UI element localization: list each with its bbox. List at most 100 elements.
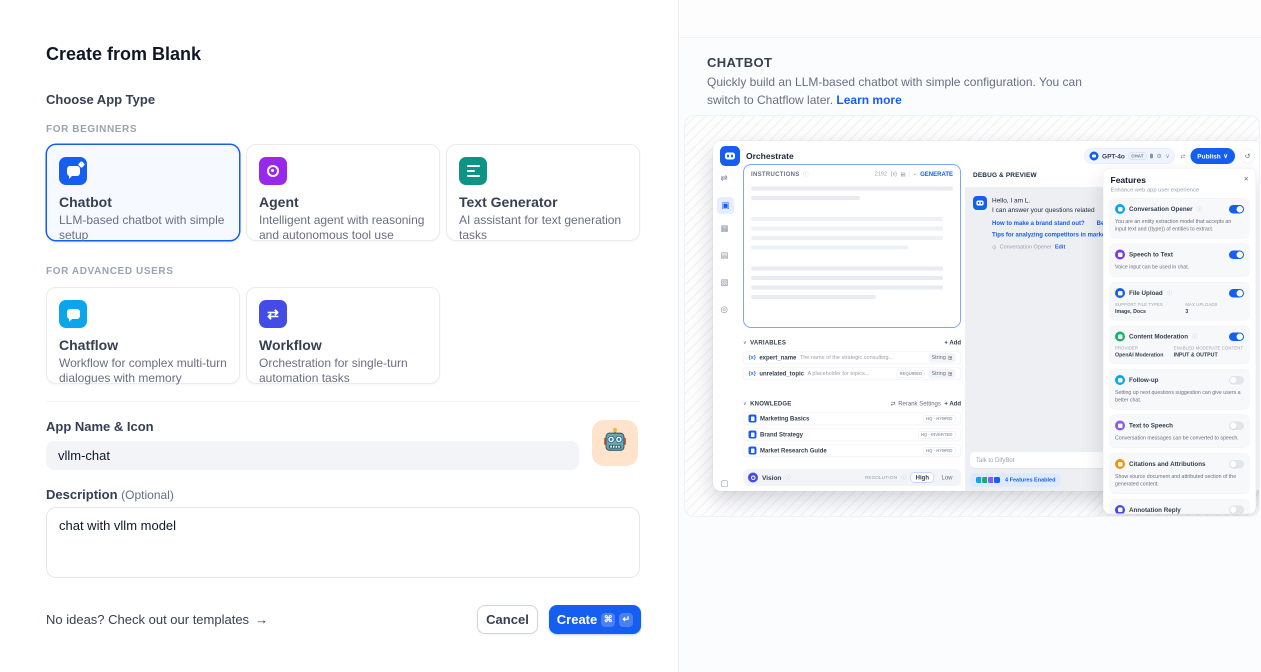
annotation-reply-toggle[interactable] [1229, 506, 1244, 515]
card-text-generator-desc: AI assistant for text generation tasks [459, 213, 627, 243]
follow-up-icon [1115, 375, 1125, 385]
type-settings-icon: ⊞ [948, 354, 953, 361]
resolution-high-option[interactable]: High [911, 473, 934, 483]
variable-row[interactable]: {x} expert_name The name of the strategi… [743, 351, 961, 364]
create-form-panel: Create from Blank Choose App Type FOR BE… [0, 0, 678, 672]
app-name-label: App Name & Icon [46, 419, 154, 434]
learn-more-link[interactable]: Learn more [836, 93, 901, 107]
variable-type-chip: String ⊞ [929, 353, 956, 363]
citations-icon [1115, 459, 1125, 469]
sidebar-globe-icon[interactable]: ◎ [721, 305, 728, 314]
text-generator-icon [459, 157, 487, 185]
chat-mode-tag: CHAT [1128, 153, 1146, 160]
text-to-speech-toggle[interactable] [1229, 421, 1244, 430]
variable-insert-icon[interactable]: {x} [891, 171, 897, 177]
templates-link[interactable]: No ideas? Check out our templates → [46, 612, 268, 627]
advanced-cards-row: Chatflow Workflow for complex multi-turn… [46, 287, 440, 384]
suggestion-link[interactable]: How to make a brand stand out? Bes [992, 219, 1108, 226]
card-workflow-desc: Orchestration for single-turn automation… [259, 356, 427, 386]
suggestion-link[interactable]: Tips for analyzing competitors in market [992, 231, 1108, 238]
knowledge-row[interactable]: Brand Strategy HQ · INVERTED [743, 428, 961, 441]
feature-dots [975, 476, 1001, 484]
file-upload-toggle[interactable] [1229, 289, 1244, 298]
card-chatbot-title: Chatbot [59, 194, 227, 210]
cancel-button[interactable]: Cancel [477, 605, 538, 634]
feature-text-to-speech: Text to Speech Conversation messages can… [1110, 415, 1250, 448]
sidebar-note-icon[interactable]: ▧ [721, 278, 729, 287]
knowledge-row[interactable]: Marketing Basics HQ · HYBRID [743, 412, 961, 425]
variable-type-chip: String ⊞ [929, 369, 956, 379]
conversation-opener-toggle[interactable] [1229, 205, 1244, 214]
beginner-cards-row: Chatbot LLM-based chatbot with simple se… [46, 144, 640, 241]
model-selector[interactable]: GPT-4o CHAT ⚙ ∨ [1084, 148, 1175, 164]
sidebar-prompt-icon[interactable]: ▣ [717, 197, 734, 214]
preview-description: Quickly build an LLM-based chatbot with … [707, 73, 1103, 109]
knowledge-row[interactable]: Market Research Guide HQ · HYBRID [743, 444, 961, 457]
content-moderation-icon [1115, 332, 1125, 342]
arrow-right-icon: → [255, 612, 268, 627]
sidebar-box-icon[interactable]: ▢ [721, 479, 729, 488]
variable-row[interactable]: {x} unrelated_topic A placeholder for to… [743, 367, 961, 380]
model-provider-icon [1090, 152, 1099, 161]
variable-token-icon: {x} [749, 355, 756, 361]
bot-avatar [973, 196, 987, 210]
follow-up-toggle[interactable] [1229, 376, 1244, 385]
features-subtitle: Enhance web app user experience [1111, 187, 1249, 193]
add-knowledge-button[interactable]: + Add [944, 400, 961, 407]
feature-file-upload: File Upload ⓘ SUPPORT FILE TYPES Image, … [1110, 282, 1250, 321]
features-enabled-bar[interactable]: 4 Features Enabled [970, 473, 1060, 487]
chevron-down-icon[interactable]: ∨ [743, 401, 747, 407]
variables-section: ∨ VARIABLES + Add {x} expert_name The na… [743, 337, 961, 380]
resolution-low-option[interactable]: Low [938, 473, 956, 482]
preview-header-actions: GPT-4o CHAT ⚙ ∨ ⇄ Publish ∨ ↺ [1084, 148, 1255, 164]
feature-follow-up: Follow-up Setting up next questions sugg… [1110, 369, 1250, 410]
feature-conversation-opener: Conversation Opener ⓘ You are an entity … [1110, 198, 1250, 239]
create-button[interactable]: Create ⌘ ↵ [549, 605, 641, 634]
for-advanced-users-label: FOR ADVANCED USERS [46, 266, 173, 277]
card-agent[interactable]: Agent Intelligent agent with reasoning a… [246, 144, 440, 241]
app-name-input[interactable] [46, 441, 579, 470]
sparkle-icon: ⋆ [913, 171, 916, 178]
content-moderation-toggle[interactable] [1229, 332, 1244, 341]
publish-button[interactable]: Publish ∨ [1190, 148, 1235, 164]
compare-icon[interactable]: ⇄ [1180, 153, 1185, 160]
prompt-skeleton [744, 178, 960, 308]
orchestrate-title: Orchestrate [746, 152, 794, 162]
conversation-opener-meta: ⊙ Conversation Opener Edit [992, 244, 1108, 251]
sidebar-swap-icon[interactable]: ⇄ [721, 174, 728, 183]
generate-button[interactable]: GENERATE [920, 171, 953, 178]
sidebar-image-icon[interactable]: ▦ [721, 224, 729, 233]
feature-citations: Citations and Attributions Show source d… [1110, 453, 1250, 494]
card-workflow[interactable]: ⇄ Workflow Orchestration for single-turn… [246, 287, 440, 384]
card-chatflow[interactable]: Chatflow Workflow for complex multi-turn… [46, 287, 240, 384]
mic-icon [1150, 154, 1153, 159]
cmd-key-icon: ⌘ [601, 613, 615, 627]
variables-label: VARIABLES [750, 339, 786, 346]
add-variable-button[interactable]: + Add [944, 339, 961, 346]
close-icon[interactable]: ✕ [1244, 175, 1249, 183]
app-icon-picker[interactable] [592, 420, 638, 466]
text-to-speech-icon [1115, 421, 1125, 431]
edit-opener-link[interactable]: Edit [1055, 244, 1065, 250]
knowledge-section: ∨ KNOWLEDGE ⇄ Rerank Settings + Add Mark [743, 398, 961, 457]
app-type-preview-panel: CHATBOT Quickly build an LLM-based chatb… [678, 0, 1261, 672]
opener-icon: ⊙ [992, 244, 997, 251]
card-chatflow-title: Chatflow [59, 337, 227, 353]
dataset-icon [749, 415, 757, 423]
knowledge-label: KNOWLEDGE [750, 400, 791, 407]
copy-icon[interactable]: ▤ [900, 171, 905, 178]
speech-to-text-toggle[interactable] [1229, 250, 1244, 259]
chevron-down-icon[interactable]: ∨ [743, 340, 747, 346]
sidebar-doc-icon[interactable]: ▤ [721, 251, 729, 260]
instructions-panel: INSTRUCTIONS ⓘ 2192 {x} ▤ ⋆ GENERATE [743, 164, 961, 328]
rerank-settings-button[interactable]: ⇄ Rerank Settings [891, 400, 941, 407]
card-workflow-title: Workflow [259, 337, 427, 353]
features-panel: Features Enhance web app user experience… [1103, 168, 1256, 514]
citations-toggle[interactable] [1229, 460, 1244, 469]
description-textarea[interactable] [46, 507, 640, 578]
rerank-icon: ⇄ [891, 400, 896, 407]
card-text-generator[interactable]: Text Generator AI assistant for text gen… [446, 144, 640, 241]
history-button[interactable]: ↺ [1240, 149, 1255, 164]
feature-speech-to-text: Speech to Text Voice input can be used i… [1110, 244, 1250, 277]
card-chatbot[interactable]: Chatbot LLM-based chatbot with simple se… [46, 144, 240, 241]
